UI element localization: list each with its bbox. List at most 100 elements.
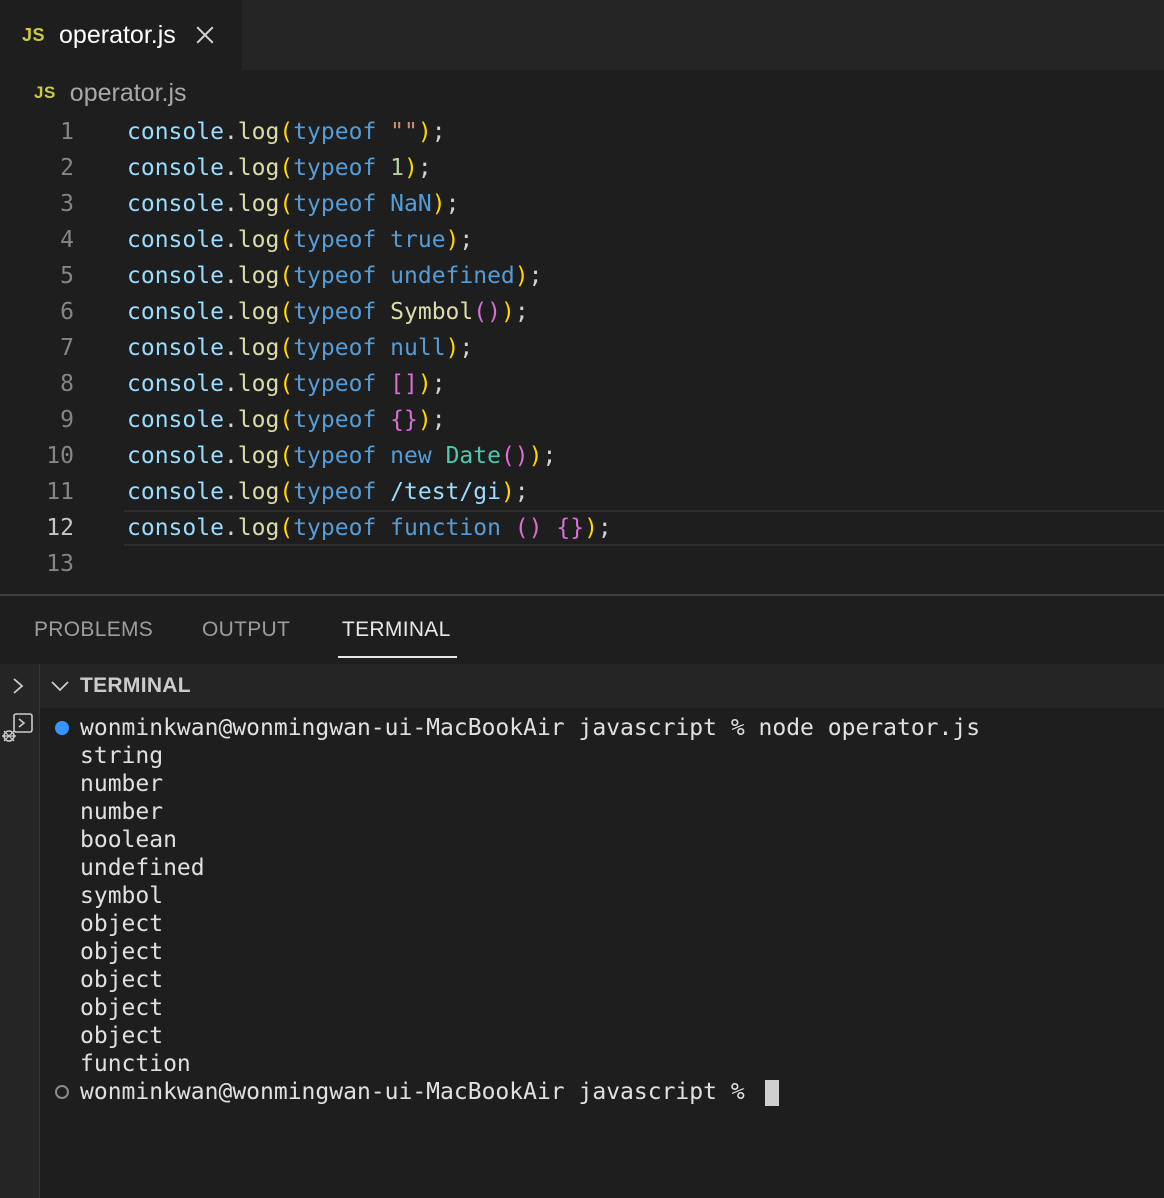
- code-line[interactable]: 11 console.log(typeof /test/gi);: [0, 474, 1164, 510]
- code-token: console: [127, 119, 224, 145]
- code-token: (: [279, 407, 294, 433]
- code-line[interactable]: 10 console.log(typeof new Date());: [0, 438, 1164, 474]
- code-text: console.log(typeof new Date());: [127, 438, 556, 474]
- code-token: typeof: [293, 263, 377, 289]
- command-status-dot[interactable]: [55, 721, 69, 735]
- code-token: console: [127, 407, 224, 433]
- code-token: /test/gi: [390, 479, 501, 505]
- command-text: node operator.js: [758, 715, 981, 741]
- code-token: console: [127, 443, 224, 469]
- line-number: 7: [60, 335, 74, 361]
- line-number: 4: [60, 227, 74, 253]
- code-token: .: [223, 299, 238, 325]
- chevron-down-icon[interactable]: [50, 676, 70, 696]
- code-token: typeof: [293, 335, 377, 361]
- code-token: log: [237, 371, 280, 397]
- code-token: (): [500, 443, 529, 469]
- code-token: typeof: [293, 227, 377, 253]
- code-text: console.log(typeof 1);: [127, 150, 432, 186]
- breadcrumb-file[interactable]: operator.js: [70, 79, 187, 108]
- code-token: (: [279, 371, 294, 397]
- chevron-right-icon[interactable]: [10, 678, 26, 694]
- code-token: typeof: [293, 155, 377, 181]
- code-token: (: [279, 515, 294, 541]
- code-token: .: [223, 443, 238, 469]
- final-prompt-line: wonminkwan@wonmingwan-ui-MacBookAir java…: [80, 1078, 779, 1106]
- code-token: (): [514, 515, 543, 541]
- code-token: ;: [514, 299, 529, 325]
- terminal-section-header[interactable]: TERMINAL: [40, 664, 1164, 708]
- code-text: console.log(typeof function () {});: [127, 510, 612, 546]
- code-text: console.log(typeof undefined);: [127, 258, 543, 294]
- js-file-icon: JS: [34, 83, 56, 102]
- terminal-debug-icon[interactable]: [0, 710, 36, 746]
- code-token: .: [223, 515, 238, 541]
- code-token: console: [127, 299, 224, 325]
- output-line: object: [80, 967, 164, 993]
- code-line[interactable]: 4 console.log(typeof true);: [0, 222, 1164, 258]
- code-token: .: [223, 263, 238, 289]
- js-file-icon: JS: [22, 24, 46, 45]
- line-number: 13: [46, 551, 74, 577]
- line-number: 1: [60, 119, 74, 145]
- code-line[interactable]: 7 console.log(typeof null);: [0, 330, 1164, 366]
- code-token: typeof: [293, 191, 377, 217]
- code-token: ): [500, 299, 515, 325]
- code-token: console: [127, 191, 224, 217]
- code-token: log: [237, 263, 280, 289]
- code-line[interactable]: 9 console.log(typeof {});: [0, 402, 1164, 438]
- editor-tab-bar: JS operator.js: [0, 0, 1164, 70]
- code-token: log: [237, 191, 280, 217]
- code-token: .: [223, 335, 238, 361]
- close-icon[interactable]: [194, 24, 216, 46]
- prompt-text: wonminkwan@wonmingwan-ui-MacBookAir java…: [80, 1079, 759, 1105]
- code-text: console.log(typeof []);: [127, 366, 446, 402]
- code-token: log: [237, 299, 280, 325]
- tab-terminal[interactable]: TERMINAL: [342, 618, 451, 642]
- code-token: typeof: [293, 407, 377, 433]
- output-line: symbol: [80, 883, 164, 909]
- code-line[interactable]: 12 console.log(typeof function () {});: [0, 510, 1164, 546]
- tab-operator-js[interactable]: JS operator.js: [0, 0, 242, 70]
- code-line[interactable]: 6 console.log(typeof Symbol());: [0, 294, 1164, 330]
- tab-output[interactable]: OUTPUT: [202, 618, 290, 642]
- code-token: ;: [459, 335, 474, 361]
- code-token: (: [279, 479, 294, 505]
- code-token: ): [528, 443, 543, 469]
- code-token: console: [127, 515, 224, 541]
- output-line: undefined: [80, 855, 205, 881]
- code-token: .: [223, 479, 238, 505]
- output-line: object: [80, 1023, 164, 1049]
- code-editor[interactable]: 1 console.log(typeof ""); 2 console.log(typ…: [0, 114, 1164, 594]
- code-line[interactable]: 5 console.log(typeof undefined);: [0, 258, 1164, 294]
- code-line[interactable]: 13: [0, 546, 1164, 582]
- breadcrumb[interactable]: JS operator.js: [34, 74, 187, 112]
- code-token: log: [237, 515, 280, 541]
- line-number: 2: [60, 155, 74, 181]
- line-number: 10: [46, 443, 74, 469]
- code-token: (: [279, 227, 294, 253]
- terminal-output[interactable]: wonminkwan@wonmingwan-ui-MacBookAir java…: [40, 708, 1164, 1198]
- line-number: 12: [46, 515, 74, 541]
- code-line[interactable]: 3 console.log(typeof NaN);: [0, 186, 1164, 222]
- code-line[interactable]: 1 console.log(typeof "");: [0, 114, 1164, 150]
- code-token: {}: [390, 407, 418, 433]
- code-token: NaN: [390, 191, 432, 217]
- code-token: ): [584, 515, 598, 541]
- code-token: log: [237, 443, 280, 469]
- code-token: true: [390, 227, 446, 253]
- code-text: console.log(typeof "");: [127, 114, 446, 150]
- code-token: new: [390, 443, 432, 469]
- output-line: object: [80, 995, 164, 1021]
- code-token: []: [390, 371, 418, 397]
- tab-problems[interactable]: PROBLEMS: [34, 618, 153, 642]
- terminal-cursor: [764, 1079, 779, 1106]
- output-line: object: [80, 939, 164, 965]
- code-token: .: [223, 227, 238, 253]
- code-line[interactable]: 8 console.log(typeof []);: [0, 366, 1164, 402]
- code-line[interactable]: 2 console.log(typeof 1);: [0, 150, 1164, 186]
- code-token: Symbol: [390, 299, 474, 325]
